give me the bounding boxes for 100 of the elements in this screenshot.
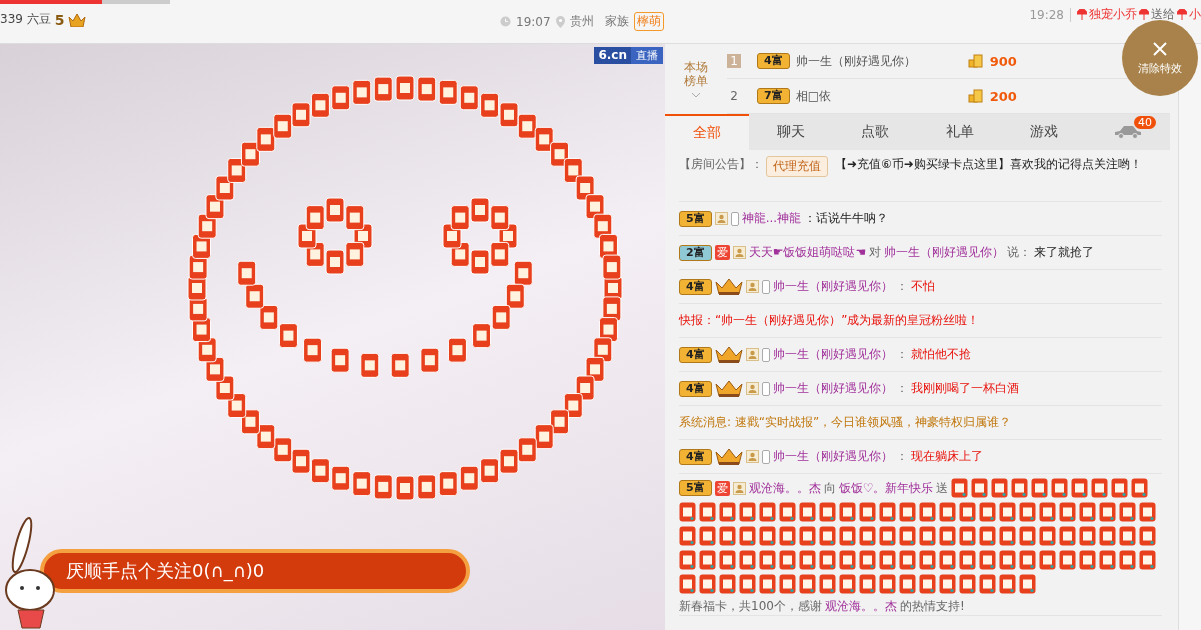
beans-count: 339 六豆	[0, 11, 51, 28]
lucky-card-icon	[679, 550, 696, 570]
user-avatar-icon	[745, 280, 759, 293]
family-tag[interactable]: 檸萌	[633, 12, 664, 31]
lucky-card-icon	[899, 574, 916, 594]
chat-tab[interactable]: 点歌	[833, 114, 918, 150]
lucky-card-icon	[999, 574, 1016, 594]
user-avatar-icon	[732, 481, 746, 495]
lucky-card-icon	[799, 574, 816, 594]
chat-text: ：	[895, 346, 908, 363]
lucky-card-icon	[859, 526, 876, 546]
lucky-card-icon	[739, 502, 756, 522]
lucky-card-icon	[1091, 478, 1109, 498]
chat-text: 神龍...神龍	[741, 210, 802, 227]
chevron-down-icon[interactable]	[691, 92, 701, 99]
chat-text: ：	[895, 448, 908, 465]
wealth-badge: 4富	[679, 448, 712, 465]
lucky-card-icon	[999, 526, 1016, 546]
wealth-badge: 7富	[757, 88, 790, 104]
lucky-card-icon	[1031, 478, 1049, 498]
ticker-verb: 送给	[1151, 6, 1175, 23]
lucky-card-icon	[939, 550, 956, 570]
chat-text: 帅一生（刚好遇见你）	[884, 244, 1005, 261]
love-tag: 爱	[714, 480, 730, 496]
chat-text: 向	[823, 479, 836, 497]
lucky-card-icon	[959, 550, 976, 570]
lucky-card-icon	[859, 502, 876, 522]
lucky-card-icon	[699, 502, 716, 522]
lucky-card-icon	[1079, 550, 1096, 570]
wealth-badge: 4富	[757, 53, 790, 69]
chat-tab[interactable]: 游戏	[1001, 114, 1086, 150]
count-badge: 40	[1134, 116, 1157, 129]
car-icon[interactable]	[1112, 125, 1143, 139]
lucky-card-icon	[979, 526, 996, 546]
lucky-card-icon	[999, 550, 1016, 570]
lucky-card-icon	[959, 502, 976, 522]
lucky-card-icon	[999, 502, 1016, 522]
ticker-receiver[interactable]: 小	[1189, 6, 1201, 23]
user-name[interactable]: 相□依	[795, 87, 962, 105]
lucky-card-icon	[779, 502, 796, 522]
lucky-card-icon	[879, 502, 896, 522]
chat-text: 天天☛饭饭姐萌哒哒☚	[748, 244, 867, 261]
chat-text: 说：	[1007, 244, 1032, 261]
lucky-card-icon	[971, 478, 989, 498]
live-label: 直播	[631, 47, 663, 64]
lucky-card-icon	[1039, 526, 1056, 546]
lucky-card-icon	[819, 502, 836, 522]
lucky-card-icon	[1059, 502, 1076, 522]
lucky-card-icon	[959, 526, 976, 546]
lucky-card-icon	[759, 502, 776, 522]
lucky-card-icon	[1079, 502, 1096, 522]
lucky-card-icon	[759, 526, 776, 546]
user-avatar-icon	[714, 212, 728, 225]
lucky-card-icon	[739, 526, 756, 546]
user-name[interactable]: 帅一生（刚好遇见你）	[795, 52, 962, 70]
lucky-card-icon	[699, 574, 716, 594]
lucky-card-icon	[819, 574, 836, 594]
chat-text: 送	[936, 479, 949, 497]
wealth-badge: 2富	[679, 244, 712, 261]
flash-news-text: 快报：“帅一生（刚好遇见你）”成为最新的皇冠粉丝啦！	[679, 312, 980, 329]
lucky-card-icon	[839, 526, 856, 546]
lucky-card-icon	[759, 574, 776, 594]
user-avatar-icon	[745, 382, 759, 395]
lucky-card-icon	[1019, 526, 1036, 546]
chat-text: 的热情支持!	[899, 598, 965, 615]
lucky-card-icon	[859, 574, 876, 594]
ranking-title[interactable]: 本场榜单	[682, 59, 710, 89]
wealth-badge: 5富	[679, 210, 712, 227]
lucky-card-icon	[919, 574, 936, 594]
lucky-card-icon	[879, 574, 896, 594]
recharge-button[interactable]: 代理充值	[766, 156, 828, 177]
lucky-card-icon	[1019, 574, 1036, 594]
chat-text: 饭饭♡。新年快乐	[838, 479, 934, 497]
lucky-card-icon	[899, 526, 916, 546]
lucky-card-icon	[1059, 550, 1076, 570]
location-pin-icon	[555, 15, 565, 28]
chat-tab[interactable]: 全部	[665, 114, 750, 150]
chat-tab[interactable]: 聊天	[749, 114, 834, 150]
chat-text: ：话说牛牛呐？	[804, 210, 889, 227]
ticker-sender[interactable]: 独宠小乔	[1089, 6, 1137, 23]
chat-text: 就怕他不抢	[910, 346, 971, 363]
lucky-card-icon	[1099, 502, 1116, 522]
lucky-card-icon	[1079, 526, 1096, 546]
lucky-card-icon	[1119, 526, 1136, 546]
lucky-card-icon	[991, 478, 1009, 498]
system-message[interactable]: 系统消息: 速戳“实时战报”，今日谁领风骚，神豪特权归属谁？	[679, 414, 1012, 431]
coin-stack-icon	[967, 54, 984, 68]
chat-tab[interactable]: 礼单	[917, 114, 1002, 150]
notice-text[interactable]: 【➜充值⑥币➜购买绿卡点这里】喜欢我的记得点关注哟！	[835, 156, 1142, 173]
lucky-card-icon	[1119, 502, 1136, 522]
lucky-card-icon	[799, 550, 816, 570]
clock-icon	[500, 16, 511, 27]
umbrella-icon	[1139, 8, 1149, 21]
chat-text: 我刚刚喝了一杯白酒	[910, 380, 1019, 397]
lucky-card-icon	[1019, 502, 1036, 522]
wealth-badge: 5富	[679, 480, 712, 496]
lucky-card-icon	[979, 574, 996, 594]
lucky-card-icon	[879, 526, 896, 546]
rank-number: 2	[729, 89, 739, 103]
chat-text: 帅一生（刚好遇见你）	[772, 380, 893, 397]
